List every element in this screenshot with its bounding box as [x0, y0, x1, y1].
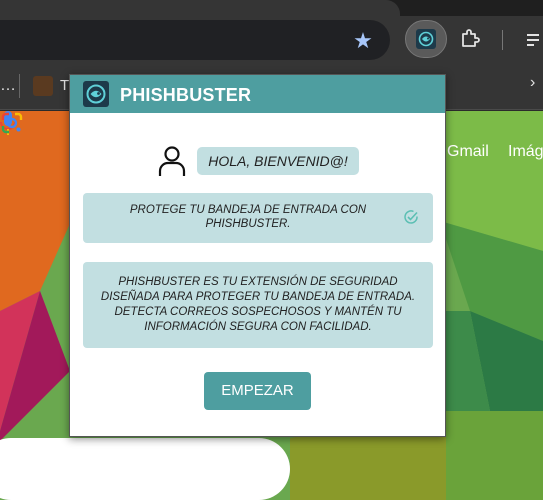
bookmark-item[interactable]: T [60, 77, 69, 94]
gmail-link[interactable]: Gmail [447, 143, 489, 161]
protect-card-text: PROTEGE TU BANDEJA DE ENTRADA CON PHISHB… [129, 204, 367, 230]
description-card: PHISHBUSTER ES TU EXTENSIÓN DE SEGURIDAD… [83, 262, 433, 348]
phishbuster-logo-icon [416, 29, 436, 49]
reading-list-icon[interactable] [527, 30, 543, 50]
google-lens-icon[interactable] [0, 111, 24, 135]
browser-toolbar: ★ [0, 0, 543, 62]
bookmarks-divider [19, 74, 20, 98]
extensions-puzzle-icon[interactable] [459, 28, 481, 50]
bookmark-favicon-icon[interactable] [33, 76, 53, 96]
tab-strip [0, 0, 543, 16]
protect-card: PROTEGE TU BANDEJA DE ENTRADA CON PHISHB… [83, 193, 433, 243]
description-card-text: PHISHBUSTER ES TU EXTENSIÓN DE SEGURIDAD… [100, 276, 416, 333]
bookmarks-overflow[interactable]: … [0, 77, 17, 95]
check-circle-icon [404, 210, 418, 224]
greeting-badge: HOLA, BIENVENID@! [197, 147, 359, 175]
active-tab-edge [0, 0, 400, 16]
google-search-box[interactable] [0, 438, 290, 500]
address-bar[interactable] [0, 20, 390, 60]
popup-title: PHISHBUSTER [120, 85, 252, 105]
images-link[interactable]: Imág [508, 143, 543, 161]
user-icon [158, 146, 186, 176]
phishbuster-logo-icon [83, 81, 109, 107]
bookmarks-chevron[interactable]: › [530, 74, 535, 92]
toolbar-divider [502, 30, 503, 50]
star-icon[interactable]: ★ [350, 28, 376, 54]
start-button[interactable]: EMPEZAR [204, 372, 311, 410]
popup-header: PHISHBUSTER [70, 75, 445, 113]
phishbuster-extension-button[interactable] [405, 20, 447, 58]
phishbuster-popup: PHISHBUSTER HOLA, BIENVENID@! PROTEGE TU… [69, 74, 446, 437]
